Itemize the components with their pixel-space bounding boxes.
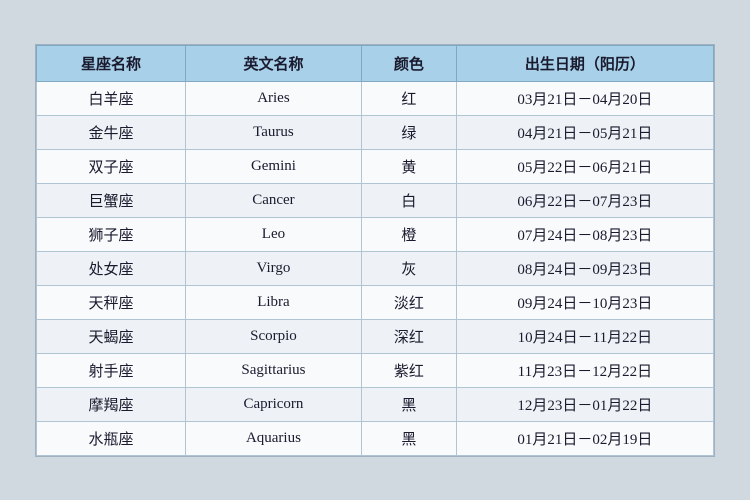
table-row: 水瓶座Aquarius黑01月21日－02月19日: [37, 421, 714, 455]
cell-chinese: 天秤座: [37, 285, 186, 319]
cell-english: Scorpio: [185, 319, 361, 353]
cell-color: 红: [361, 81, 456, 115]
cell-color: 淡红: [361, 285, 456, 319]
cell-chinese: 水瓶座: [37, 421, 186, 455]
table-row: 双子座Gemini黄05月22日－06月21日: [37, 149, 714, 183]
cell-chinese: 金牛座: [37, 115, 186, 149]
cell-color: 白: [361, 183, 456, 217]
cell-dates: 12月23日－01月22日: [456, 387, 713, 421]
cell-english: Virgo: [185, 251, 361, 285]
cell-english: Capricorn: [185, 387, 361, 421]
header-chinese: 星座名称: [37, 45, 186, 81]
table-row: 摩羯座Capricorn黑12月23日－01月22日: [37, 387, 714, 421]
table-row: 处女座Virgo灰08月24日－09月23日: [37, 251, 714, 285]
header-color: 颜色: [361, 45, 456, 81]
zodiac-table-container: 星座名称 英文名称 颜色 出生日期（阳历） 白羊座Aries红03月21日－04…: [35, 44, 715, 457]
cell-english: Cancer: [185, 183, 361, 217]
cell-english: Sagittarius: [185, 353, 361, 387]
table-row: 巨蟹座Cancer白06月22日－07月23日: [37, 183, 714, 217]
cell-dates: 06月22日－07月23日: [456, 183, 713, 217]
cell-chinese: 摩羯座: [37, 387, 186, 421]
cell-color: 黑: [361, 421, 456, 455]
cell-english: Taurus: [185, 115, 361, 149]
cell-english: Aquarius: [185, 421, 361, 455]
cell-english: Libra: [185, 285, 361, 319]
cell-color: 紫红: [361, 353, 456, 387]
cell-chinese: 天蝎座: [37, 319, 186, 353]
cell-dates: 04月21日－05月21日: [456, 115, 713, 149]
table-row: 射手座Sagittarius紫红11月23日－12月22日: [37, 353, 714, 387]
header-english: 英文名称: [185, 45, 361, 81]
cell-dates: 07月24日－08月23日: [456, 217, 713, 251]
cell-english: Aries: [185, 81, 361, 115]
cell-chinese: 巨蟹座: [37, 183, 186, 217]
cell-color: 绿: [361, 115, 456, 149]
cell-chinese: 处女座: [37, 251, 186, 285]
cell-chinese: 双子座: [37, 149, 186, 183]
cell-chinese: 狮子座: [37, 217, 186, 251]
cell-dates: 05月22日－06月21日: [456, 149, 713, 183]
zodiac-table: 星座名称 英文名称 颜色 出生日期（阳历） 白羊座Aries红03月21日－04…: [36, 45, 714, 456]
table-header-row: 星座名称 英文名称 颜色 出生日期（阳历）: [37, 45, 714, 81]
table-row: 天秤座Libra淡红09月24日－10月23日: [37, 285, 714, 319]
table-row: 天蝎座Scorpio深红10月24日－11月22日: [37, 319, 714, 353]
cell-dates: 09月24日－10月23日: [456, 285, 713, 319]
cell-english: Leo: [185, 217, 361, 251]
cell-dates: 01月21日－02月19日: [456, 421, 713, 455]
cell-dates: 08月24日－09月23日: [456, 251, 713, 285]
table-row: 狮子座Leo橙07月24日－08月23日: [37, 217, 714, 251]
table-body: 白羊座Aries红03月21日－04月20日金牛座Taurus绿04月21日－0…: [37, 81, 714, 455]
cell-color: 黄: [361, 149, 456, 183]
cell-dates: 10月24日－11月22日: [456, 319, 713, 353]
table-row: 白羊座Aries红03月21日－04月20日: [37, 81, 714, 115]
cell-dates: 11月23日－12月22日: [456, 353, 713, 387]
cell-color: 灰: [361, 251, 456, 285]
header-date: 出生日期（阳历）: [456, 45, 713, 81]
cell-color: 橙: [361, 217, 456, 251]
cell-chinese: 白羊座: [37, 81, 186, 115]
table-row: 金牛座Taurus绿04月21日－05月21日: [37, 115, 714, 149]
cell-color: 黑: [361, 387, 456, 421]
cell-chinese: 射手座: [37, 353, 186, 387]
cell-english: Gemini: [185, 149, 361, 183]
cell-dates: 03月21日－04月20日: [456, 81, 713, 115]
cell-color: 深红: [361, 319, 456, 353]
